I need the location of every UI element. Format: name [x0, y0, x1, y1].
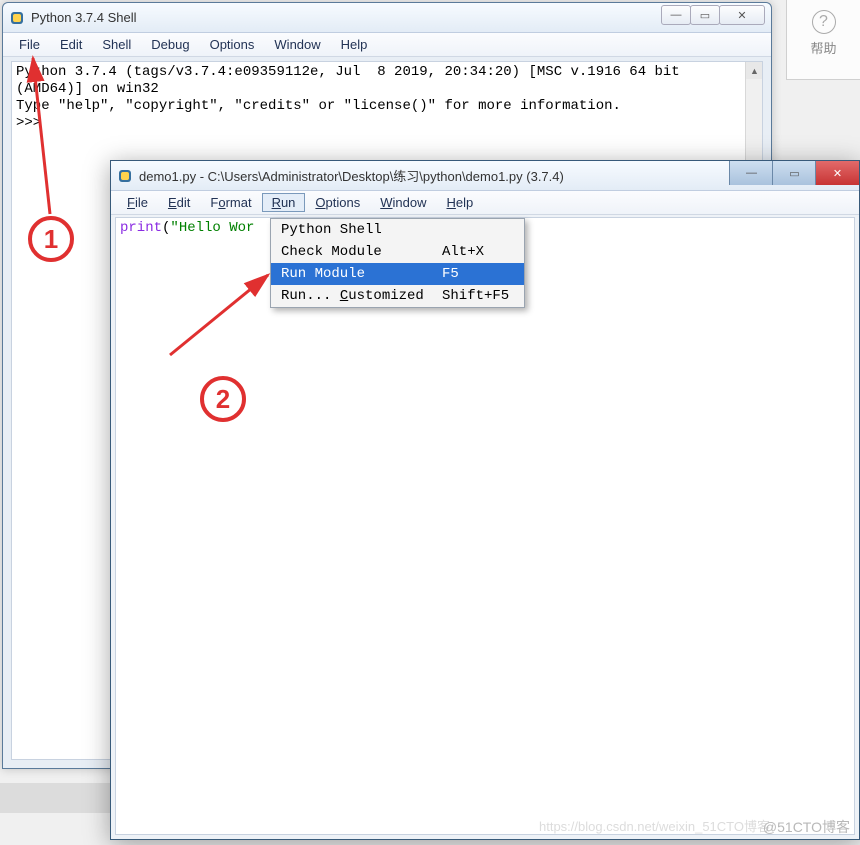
token-builtin: print: [120, 220, 162, 236]
close-button[interactable]: ✕: [719, 5, 765, 25]
token-string: "Hello Wor: [170, 220, 254, 236]
scrollbar-up-icon[interactable]: ▲: [746, 62, 763, 79]
menu-item-check-module[interactable]: Check Module Alt+X: [271, 241, 524, 263]
shell-titlebar[interactable]: Python 3.7.4 Shell — ▭ ✕: [3, 3, 771, 33]
shell-menu-shell[interactable]: Shell: [92, 35, 141, 54]
shell-menu-debug[interactable]: Debug: [141, 35, 199, 54]
shell-menu-file[interactable]: File: [9, 35, 50, 54]
maximize-button[interactable]: ▭: [772, 161, 816, 185]
editor-menu-file[interactable]: File: [117, 193, 158, 212]
shell-menu-options[interactable]: Options: [200, 35, 265, 54]
shell-menu-edit[interactable]: Edit: [50, 35, 92, 54]
help-side-panel: ? 帮助: [786, 0, 860, 80]
shell-title: Python 3.7.4 Shell: [31, 10, 137, 25]
editor-menu-format[interactable]: Format: [200, 193, 261, 212]
close-button[interactable]: ✕: [815, 161, 859, 185]
decorative-strip: [0, 783, 110, 813]
watermark: @51CTO博客: [763, 817, 850, 837]
annotation-circle-2: 2: [200, 376, 246, 422]
minimize-button[interactable]: —: [729, 161, 773, 185]
editor-menubar: File Edit Format Run Options Window Help: [111, 191, 859, 215]
maximize-button[interactable]: ▭: [690, 5, 720, 25]
menu-item-run-module[interactable]: Run Module F5: [271, 263, 524, 285]
python-icon: [117, 168, 133, 184]
minimize-button[interactable]: —: [661, 5, 691, 25]
help-icon[interactable]: ?: [812, 10, 836, 34]
help-label: 帮助: [787, 38, 860, 57]
shell-menu-window[interactable]: Window: [264, 35, 330, 54]
shell-output: Python 3.7.4 (tags/v3.7.4:e09359112e, Ju…: [12, 62, 762, 134]
editor-menu-window[interactable]: Window: [370, 193, 436, 212]
watermark-faint: https://blog.csdn.net/weixin_51CTO博客: [539, 816, 770, 835]
shell-menu-help[interactable]: Help: [331, 35, 378, 54]
shell-menubar: File Edit Shell Debug Options Window Hel…: [3, 33, 771, 57]
editor-menu-help[interactable]: Help: [437, 193, 484, 212]
annotation-circle-1: 1: [28, 216, 74, 262]
editor-window-controls: — ▭ ✕: [730, 161, 859, 185]
shell-window-controls: — ▭ ✕: [662, 5, 765, 25]
editor-menu-options[interactable]: Options: [305, 193, 370, 212]
run-dropdown-menu: Python Shell Check Module Alt+X Run Modu…: [270, 218, 525, 308]
editor-titlebar[interactable]: demo1.py - C:\Users\Administrator\Deskto…: [111, 161, 859, 191]
editor-menu-run[interactable]: Run: [262, 193, 306, 212]
menu-item-python-shell[interactable]: Python Shell: [271, 219, 524, 241]
editor-title: demo1.py - C:\Users\Administrator\Deskto…: [139, 166, 564, 185]
python-icon: [9, 10, 25, 26]
editor-content[interactable]: print("Hello Wor: [115, 217, 855, 835]
editor-menu-edit[interactable]: Edit: [158, 193, 200, 212]
menu-item-run-customized[interactable]: Run... Customized Shift+F5: [271, 285, 524, 307]
